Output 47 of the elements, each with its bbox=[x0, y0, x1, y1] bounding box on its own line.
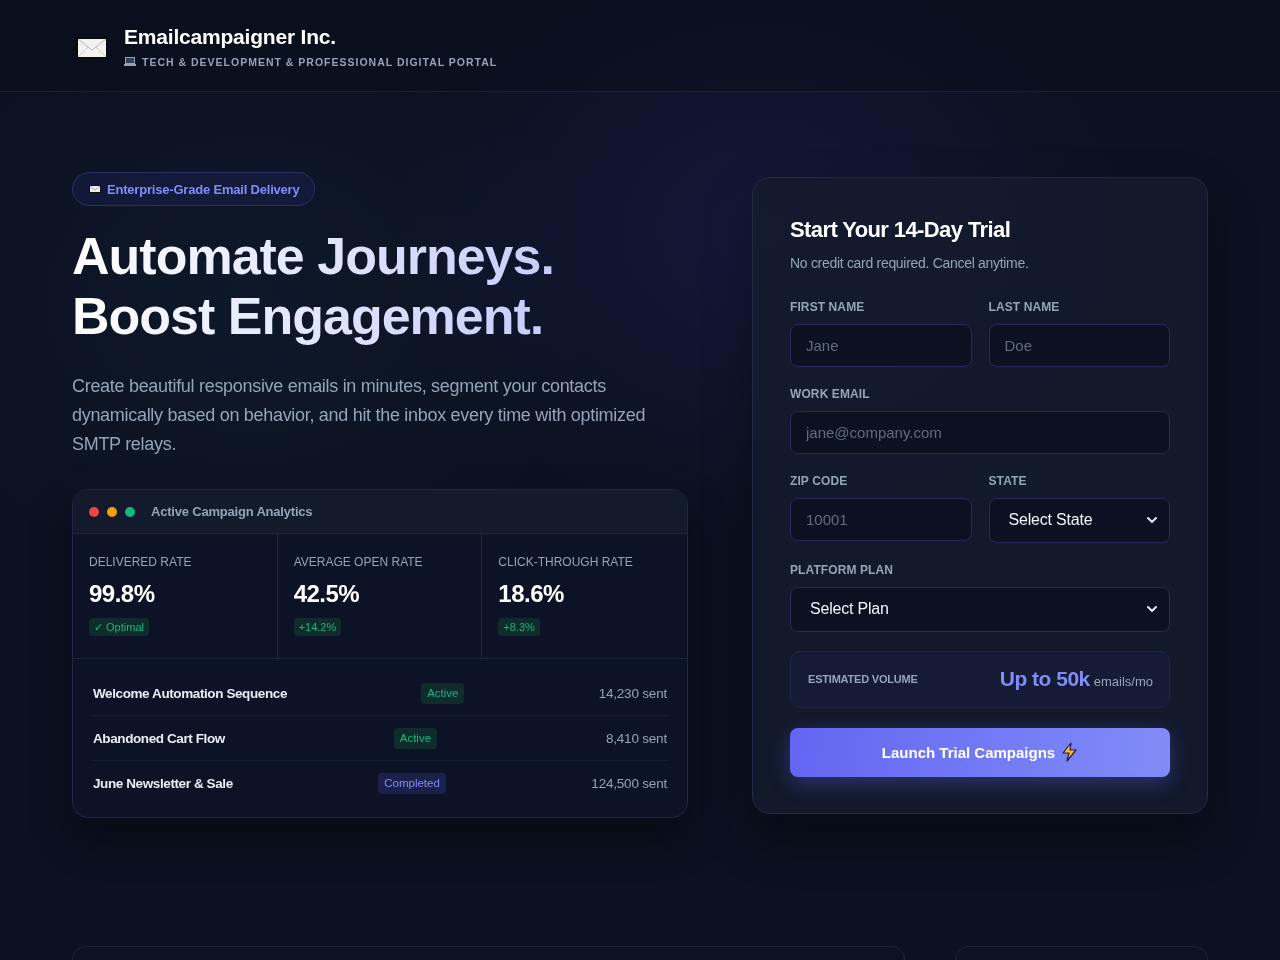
chevron-down-icon bbox=[1147, 606, 1157, 612]
campaign-name: Welcome Automation Sequence bbox=[93, 685, 287, 701]
field-label: FIRST NAME bbox=[790, 298, 866, 315]
panel-title: Active Campaign Analytics bbox=[151, 504, 313, 519]
stat-value: 18.6% bbox=[498, 579, 564, 609]
field-label: PLATFORM PLAN bbox=[790, 561, 895, 578]
trend-chip: +8.3% bbox=[498, 618, 540, 636]
stat-label: CLICK-THROUGH RATE bbox=[498, 554, 633, 570]
input-field[interactable]: Doe bbox=[988, 323, 1170, 367]
stat-label: AVERAGE OPEN RATE bbox=[293, 554, 423, 570]
laptop-icon bbox=[124, 57, 136, 66]
stat-value: 42.5% bbox=[293, 579, 360, 609]
launch-button[interactable]: Launch Trial Campaigns bbox=[790, 727, 1170, 777]
input-field[interactable]: 10001 bbox=[790, 497, 972, 541]
brand-name: Emailcampaigner Inc. bbox=[124, 24, 337, 49]
trend-chip: ✓ Optimal bbox=[89, 618, 149, 636]
form-subtitle: No credit card required. Cancel anytime. bbox=[790, 253, 1030, 272]
field-label: LAST NAME bbox=[988, 298, 1061, 315]
dropdown-field[interactable]: Select Plan bbox=[790, 586, 1170, 632]
sent-count: 124,500 sent bbox=[591, 776, 667, 791]
field-label: STATE bbox=[988, 472, 1028, 489]
envelope-logo-icon bbox=[76, 36, 108, 59]
campaign-name: Abandoned Cart Flow bbox=[93, 730, 225, 746]
tagline: TECH & DEVELOPMENT & PROFESSIONAL DIGITAL PORTAL bbox=[142, 54, 498, 69]
badge-label: Enterprise-Grade Email Delivery bbox=[107, 181, 300, 197]
trend-chip: +14.2% bbox=[293, 618, 342, 636]
sent-count: 8,410 sent bbox=[605, 730, 667, 746]
estimate-value: Up to 50k bbox=[999, 667, 1090, 691]
stat-label: DELIVERED RATE bbox=[89, 554, 192, 570]
estimate-unit: emails/mo bbox=[1093, 674, 1153, 689]
input-field[interactable]: jane@company.com bbox=[790, 410, 1170, 454]
chevron-down-icon bbox=[1147, 517, 1157, 523]
status-tag: Active bbox=[393, 727, 438, 749]
form-title: Start Your 14-Day Trial bbox=[790, 215, 1012, 244]
dropdown-field[interactable]: Select State bbox=[988, 497, 1170, 543]
field-label: WORK EMAIL bbox=[790, 385, 871, 402]
hero-description: Create beautiful responsive emails in minutes, segment your contacts dynamically based on behavior, and hit the inbox every time with optimized SMTP relays. bbox=[72, 375, 647, 456]
campaign-name: June Newsletter & Sale bbox=[93, 776, 233, 791]
envelope-icon bbox=[89, 185, 101, 193]
status-tag: Completed bbox=[378, 773, 446, 794]
stat-value: 99.8% bbox=[89, 579, 155, 609]
lightning-icon bbox=[1061, 742, 1079, 762]
input-field[interactable]: Jane bbox=[790, 323, 972, 367]
sent-count: 14,230 sent bbox=[598, 685, 667, 701]
estimate-label: ESTIMATED VOLUME bbox=[808, 673, 918, 685]
field-label: ZIP CODE bbox=[790, 472, 849, 489]
status-tag: Active bbox=[421, 682, 465, 704]
